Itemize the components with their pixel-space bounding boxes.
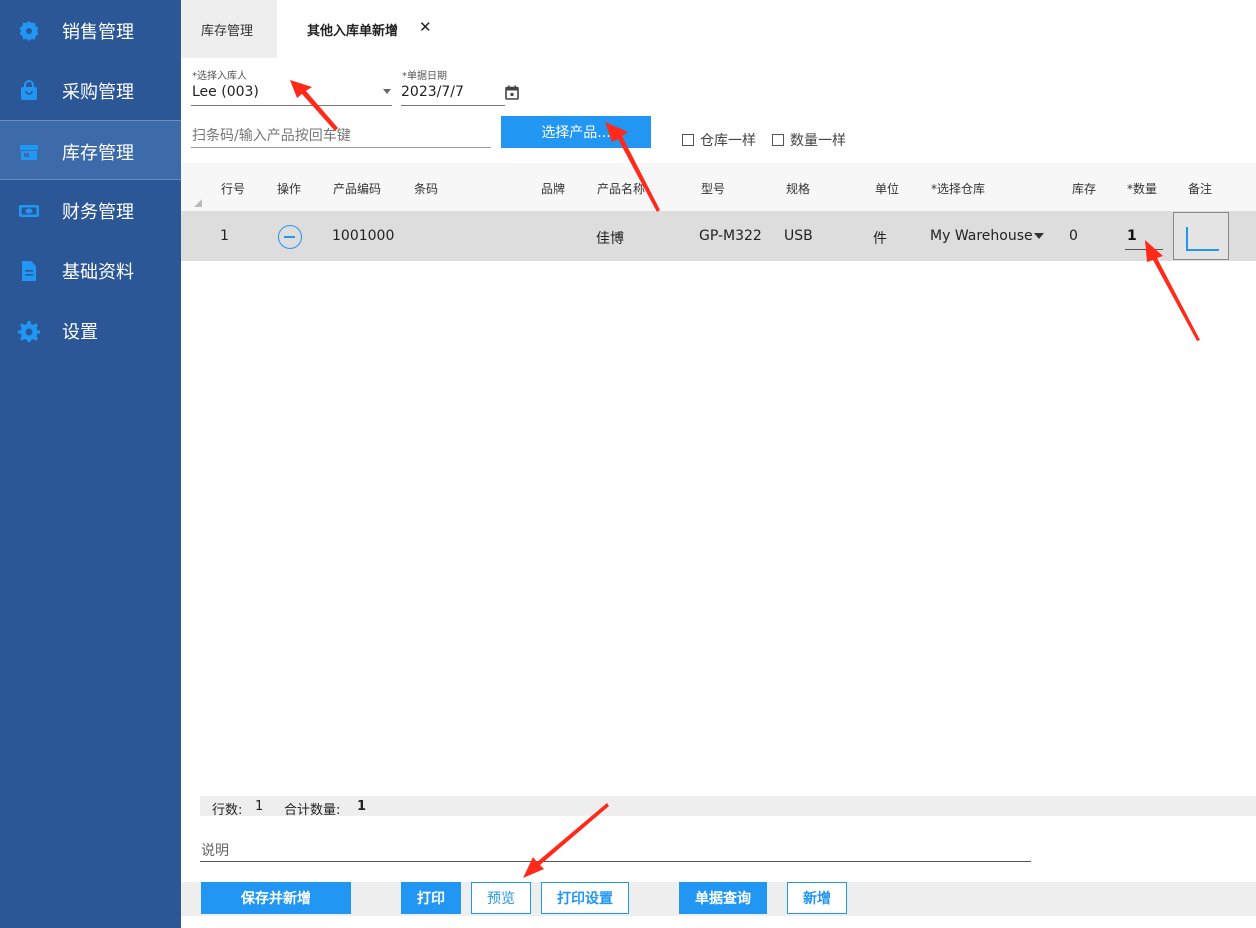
sidebar-item-finance[interactable]: 财务管理 (0, 180, 181, 240)
checkbox-box[interactable] (682, 134, 694, 146)
resize-corner-icon (194, 199, 202, 207)
column-header: 产品名称 (597, 182, 646, 196)
date-underline (401, 105, 505, 106)
column-header: 行号 (221, 182, 246, 196)
column-header: 备注 (1188, 182, 1213, 196)
sidebar-item-label: 财务管理 (62, 202, 134, 223)
total-label: 合计数量: (284, 803, 341, 818)
checkbox-label: 仓库一样 (700, 133, 756, 149)
close-icon[interactable]: ✕ (419, 18, 432, 36)
gear-icon (18, 321, 40, 342)
column-header: 规格 (786, 182, 811, 196)
text-cursor (1186, 227, 1188, 249)
chevron-down-icon[interactable] (1034, 233, 1044, 239)
tab-inventory[interactable]: 库存管理 (181, 0, 277, 58)
same-warehouse-checkbox[interactable]: 仓库一样 (682, 130, 756, 150)
tab-label: 其他入库单新增 (307, 23, 399, 39)
cell-model: GP-M322 (699, 228, 762, 244)
rows-value: 1 (255, 799, 264, 814)
note-underline (1186, 249, 1219, 251)
column-header: 型号 (701, 182, 726, 196)
column-header: 产品编码 (333, 182, 382, 196)
quantity-underline (1125, 249, 1163, 250)
shopping-bag-icon (21, 80, 37, 100)
cell-unit: 件 (873, 231, 887, 247)
column-header: *数量 (1127, 182, 1158, 196)
cell-line-no: 1 (220, 228, 229, 244)
column-header: 操作 (277, 182, 302, 196)
sidebar-item-label: 采购管理 (62, 82, 134, 103)
tab-other-inbound-new[interactable]: 其他入库单新增 ✕ (277, 0, 457, 58)
remove-row-icon[interactable] (278, 225, 302, 249)
table-row[interactable]: 1 1001000 佳博 GP-M322 USB 件 My Warehouse … (181, 211, 1256, 261)
cell-stock: 0 (1069, 228, 1078, 244)
column-header: 条码 (414, 182, 439, 196)
sidebar-item-basic-data[interactable]: 基础资料 (0, 240, 181, 300)
cell-product-code: 1001000 (332, 228, 395, 244)
document-icon (22, 261, 36, 281)
checkbox-label: 数量一样 (790, 133, 846, 149)
table-header: 行号 操作 产品编码 条码 品牌 产品名称 型号 规格 单位 *选择仓库 库存 … (181, 163, 1256, 211)
chevron-down-icon[interactable] (383, 89, 391, 94)
receiver-select[interactable]: Lee (003) (192, 84, 259, 100)
print-button[interactable]: 打印 (401, 882, 461, 914)
calendar-icon[interactable] (505, 85, 519, 100)
sidebar-item-label: 销售管理 (62, 22, 134, 43)
sidebar-item-label: 基础资料 (62, 262, 134, 283)
rows-label: 行数: (212, 803, 243, 818)
description-input[interactable]: 说明 (201, 840, 229, 860)
scan-input[interactable]: 扫条码/输入产品按回车键 (192, 125, 351, 145)
cell-product-name: 佳博 (596, 231, 624, 247)
date-field[interactable]: 2023/7/7 (401, 84, 464, 100)
document-query-button[interactable]: 单据查询 (679, 882, 767, 914)
column-header: *选择仓库 (931, 182, 986, 196)
money-icon (19, 205, 39, 217)
column-header: 单位 (875, 182, 900, 196)
receiver-underline (191, 105, 392, 106)
column-header: 库存 (1072, 182, 1097, 196)
sidebar-item-purchase[interactable]: 采购管理 (0, 60, 181, 120)
warehouse-select[interactable]: My Warehouse (930, 228, 1033, 244)
cell-spec: USB (784, 228, 813, 244)
store-icon (20, 145, 38, 160)
sidebar-item-label: 设置 (62, 322, 98, 343)
date-label: *单据日期 (402, 71, 447, 82)
note-input[interactable] (1173, 212, 1229, 260)
save-and-new-button[interactable]: 保存并新增 (201, 882, 351, 914)
preview-button[interactable]: 预览 (471, 882, 531, 914)
sidebar-item-sales[interactable]: 销售管理 (0, 0, 181, 60)
new-button[interactable]: 新增 (787, 882, 847, 914)
sidebar-item-inventory[interactable]: 库存管理 (0, 120, 181, 180)
print-settings-button[interactable]: 打印设置 (541, 882, 629, 914)
description-underline (200, 861, 1031, 862)
select-product-button[interactable]: 选择产品... (501, 116, 651, 148)
receiver-label: *选择入库人 (192, 71, 247, 82)
same-quantity-checkbox[interactable]: 数量一样 (772, 130, 846, 150)
gear-badge-icon (19, 21, 39, 41)
scan-underline (191, 147, 491, 148)
sidebar-item-settings[interactable]: 设置 (0, 300, 181, 360)
checkbox-box[interactable] (772, 134, 784, 146)
quantity-input[interactable]: 1 (1127, 228, 1137, 244)
column-header: 品牌 (541, 182, 566, 196)
sidebar-item-label: 库存管理 (62, 143, 134, 164)
sidebar: 销售管理 采购管理 库存管理 财务管理 基础资料 设置 (0, 0, 181, 928)
summary-bar: 行数: 1 合计数量: 1 (200, 796, 1256, 818)
tab-label: 库存管理 (201, 23, 254, 39)
total-value: 1 (357, 799, 367, 814)
